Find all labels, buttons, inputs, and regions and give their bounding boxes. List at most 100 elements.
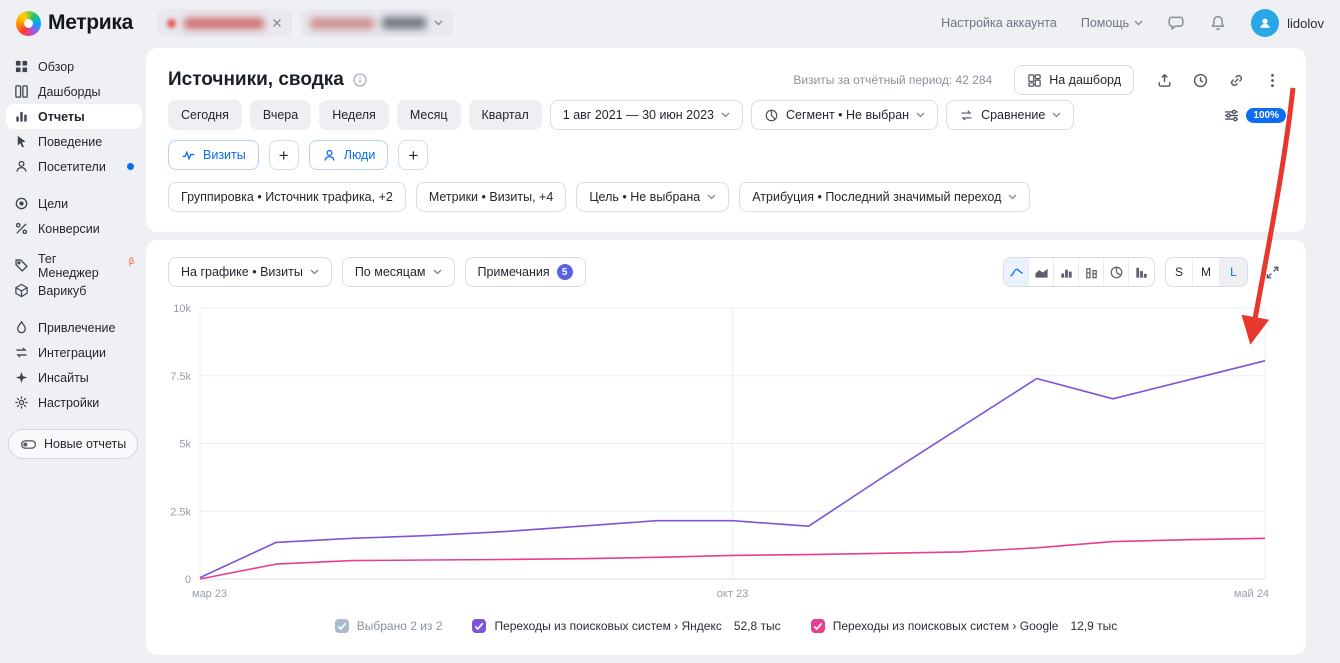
legend-selected-label: Выбрано 2 из 2 — [357, 619, 443, 633]
sidebar-item-attraction[interactable]: Привлечение — [6, 315, 142, 340]
bell-icon[interactable] — [1209, 14, 1227, 32]
history-button[interactable] — [1186, 66, 1214, 94]
add-people-metric-button[interactable]: + — [398, 140, 428, 170]
chart-size-m[interactable]: M — [1193, 258, 1220, 286]
line-chart-icon[interactable] — [1004, 258, 1029, 286]
export-button[interactable] — [1150, 66, 1178, 94]
sidebar-item-label: Конверсии — [38, 222, 100, 236]
people-pill-label: Люди — [344, 148, 376, 162]
people-metric-pill[interactable]: Люди — [309, 140, 389, 170]
attribution-selector[interactable]: Атрибуция • Последний значимый переход — [739, 182, 1030, 212]
sidebar-item-insights[interactable]: Инсайты — [6, 365, 142, 390]
sampling-badge: 100% — [1246, 108, 1286, 123]
sidebar-item-label: Настройки — [38, 396, 99, 410]
fullscreen-button[interactable] — [1258, 258, 1286, 286]
sidebar-item-label: Посетители — [38, 160, 106, 174]
sidebar-item-label: Интеграции — [38, 346, 106, 360]
chart-metric-selector[interactable]: На графике • Визиты — [168, 257, 332, 287]
period-tab-today[interactable]: Сегодня — [168, 100, 242, 130]
bar-chart-icon[interactable] — [1054, 258, 1079, 286]
sidebar-item-reports[interactable]: Отчеты — [6, 104, 142, 129]
sidebar-item-label: Поведение — [38, 135, 102, 149]
account-settings-link[interactable]: Настройка аккаунта — [941, 16, 1057, 30]
counter-pill-2[interactable] — [300, 9, 453, 37]
line-chart[interactable]: 02.5k5k7.5k10kмар 23окт 23май 24 — [156, 292, 1296, 610]
sidebar-item-behavior[interactable]: Поведение — [6, 129, 142, 154]
chat-icon[interactable] — [1167, 14, 1185, 32]
flame-icon — [14, 320, 29, 335]
notes-button[interactable]: Примечания 5 — [465, 257, 586, 287]
add-to-dashboard-button[interactable]: На дашборд — [1014, 65, 1134, 95]
comparison-selector[interactable]: Сравнение — [946, 100, 1074, 130]
counter-pill-1[interactable] — [157, 9, 292, 37]
info-icon[interactable] — [352, 72, 368, 88]
user-menu[interactable]: lidolov — [1251, 9, 1324, 37]
period-tab-yesterday[interactable]: Вчера — [250, 100, 311, 130]
visits-metric-pill[interactable]: Визиты — [168, 140, 259, 170]
notes-label: Примечания — [478, 265, 550, 279]
segment-selector[interactable]: Сегмент • Не выбран — [751, 100, 938, 130]
chart-size-l[interactable]: L — [1220, 258, 1247, 286]
chart-size-switcher: S M L — [1165, 257, 1248, 287]
attribution-value: Атрибуция • Последний значимый переход — [752, 190, 1001, 204]
chart-size-s[interactable]: S — [1166, 258, 1193, 286]
period-tab-week[interactable]: Неделя — [319, 100, 389, 130]
sidebar-item-varioqub[interactable]: Варикуб — [6, 278, 142, 303]
granularity-selector[interactable]: По месяцам — [342, 257, 455, 287]
cursor-icon — [14, 134, 29, 149]
person-icon — [14, 159, 29, 174]
sidebar-item-integrations[interactable]: Интеграции — [6, 340, 142, 365]
sidebar-item-goals[interactable]: Цели — [6, 191, 142, 216]
svg-text:7.5k: 7.5k — [170, 371, 191, 383]
sidebar: Обзор Дашборды Отчеты Поведение Посетите… — [0, 46, 148, 663]
close-icon[interactable] — [272, 18, 282, 28]
goal-selector[interactable]: Цель • Не выбрана — [576, 182, 729, 212]
chevron-down-icon — [916, 112, 925, 118]
help-menu[interactable]: Помощь — [1081, 16, 1143, 30]
granularity-value: По месяцам — [355, 265, 426, 279]
sidebar-item-tag-manager[interactable]: Тег Менеджер β — [6, 253, 142, 278]
sidebar-item-label: Цели — [38, 197, 68, 211]
sliders-icon — [1223, 107, 1240, 124]
sidebar-item-settings[interactable]: Настройки — [6, 390, 142, 415]
counter-favicon-blurred — [167, 19, 176, 28]
dashboard-icon — [1027, 73, 1042, 88]
avatar — [1251, 9, 1279, 37]
segment-icon — [764, 108, 779, 123]
stacked-bar-chart-icon[interactable] — [1079, 258, 1104, 286]
sidebar-item-label: Отчеты — [38, 110, 85, 124]
counter-name-blurred — [184, 18, 264, 29]
checkbox-icon[interactable] — [811, 619, 825, 633]
area-chart-icon[interactable] — [1029, 258, 1054, 286]
svg-text:2.5k: 2.5k — [170, 506, 191, 518]
period-tab-quarter[interactable]: Квартал — [469, 100, 542, 130]
dashboard-icon — [14, 84, 29, 99]
legend-label: Переходы из поисковых систем › Google — [833, 619, 1059, 633]
column-chart-icon[interactable] — [1129, 258, 1154, 286]
legend-item-google[interactable]: Переходы из поисковых систем › Google 12… — [811, 619, 1118, 633]
pie-chart-icon[interactable] — [1104, 258, 1129, 286]
sampling-control[interactable]: 100% — [1223, 107, 1286, 124]
copy-link-button[interactable] — [1222, 66, 1250, 94]
more-menu-button[interactable] — [1258, 66, 1286, 94]
checkbox-icon[interactable] — [335, 619, 349, 633]
sidebar-item-conversions[interactable]: Конверсии — [6, 216, 142, 241]
dashboard-button-label: На дашборд — [1049, 73, 1121, 87]
sidebar-item-dashboards[interactable]: Дашборды — [6, 79, 142, 104]
sidebar-item-label: Тег Менеджер — [38, 252, 119, 280]
visits-pill-label: Визиты — [203, 148, 246, 162]
add-visits-metric-button[interactable]: + — [269, 140, 299, 170]
legend-item-yandex[interactable]: Переходы из поисковых систем › Яндекс 52… — [472, 619, 780, 633]
grouping-selector[interactable]: Группировка • Источник трафика, +2 — [168, 182, 406, 212]
legend-select-all[interactable]: Выбрано 2 из 2 — [335, 619, 443, 633]
checkbox-icon[interactable] — [472, 619, 486, 633]
period-tab-month[interactable]: Месяц — [397, 100, 461, 130]
app-logo[interactable]: Метрика — [16, 11, 133, 36]
date-range-picker[interactable]: 1 авг 2021 — 30 июн 2023 — [550, 100, 743, 130]
metrics-selector[interactable]: Метрики • Визиты, +4 — [416, 182, 566, 212]
arrows-exchange-icon — [14, 345, 29, 360]
sidebar-item-visitors[interactable]: Посетители — [6, 154, 142, 179]
sidebar-item-overview[interactable]: Обзор — [6, 54, 142, 79]
new-reports-toggle[interactable]: Новые отчеты — [8, 429, 138, 459]
sidebar-item-label: Инсайты — [38, 371, 89, 385]
